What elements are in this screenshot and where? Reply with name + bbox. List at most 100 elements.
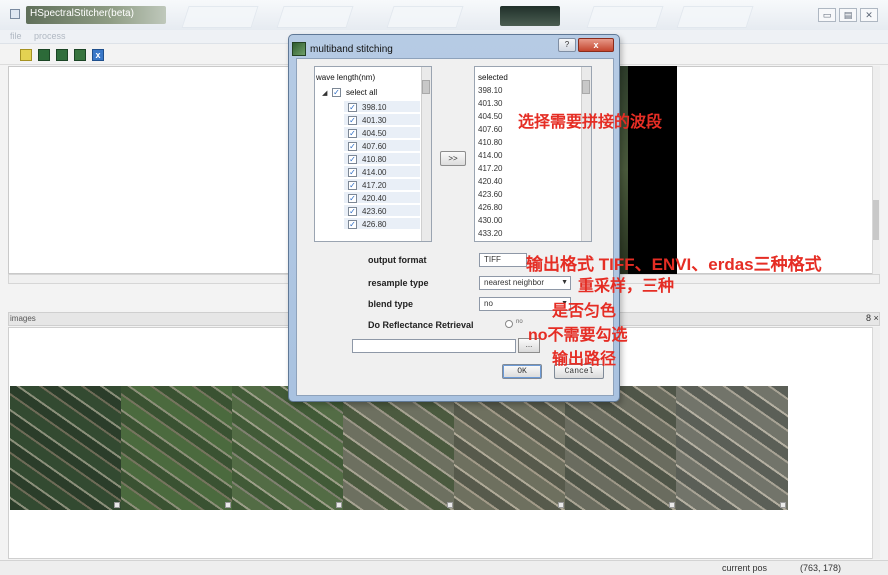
- annotation-output-path: 输出路径: [552, 351, 617, 368]
- image-icon[interactable]: [38, 49, 50, 61]
- ghost-tab: [276, 6, 354, 28]
- wavelength-checkbox[interactable]: ✓: [348, 116, 357, 125]
- blend-type-value: no: [484, 299, 493, 308]
- wavelength-checkbox[interactable]: ✓: [348, 207, 357, 216]
- current-pos-value: (763, 178): [800, 563, 842, 573]
- chevron-down-icon: ▼: [561, 279, 568, 286]
- menu-file[interactable]: file: [10, 31, 22, 41]
- app-icon: [10, 9, 20, 19]
- select-all-label: select all: [346, 88, 378, 97]
- wavelength-value: 410.80: [362, 155, 387, 164]
- annotation-resample: 重采样，三种: [578, 278, 675, 295]
- reflectance-no-radio[interactable]: [505, 320, 513, 328]
- image-tile[interactable]: [232, 386, 344, 510]
- image-tile[interactable]: [10, 386, 122, 510]
- app-window: HSpectralStitcher(beta) ▭ ▤ ✕ file proce…: [0, 0, 888, 575]
- selected-item[interactable]: 407.60: [478, 125, 502, 134]
- resample-type-label: resample type: [368, 278, 429, 288]
- ghost-tab: [386, 6, 464, 28]
- tree-expand-icon[interactable]: ◢: [322, 89, 327, 97]
- wavelength-value: 423.60: [362, 207, 387, 216]
- wavelength-checkbox[interactable]: ✓: [348, 168, 357, 177]
- output-format-select[interactable]: TIFF: [479, 253, 527, 267]
- selected-item[interactable]: 433.20: [478, 229, 502, 238]
- image-icon[interactable]: [74, 49, 86, 61]
- wavelength-value: 401.30: [362, 116, 387, 125]
- image-tile[interactable]: [676, 386, 788, 510]
- add-selected-button[interactable]: >>: [440, 151, 466, 166]
- images-vertical-scrollbar[interactable]: [872, 327, 880, 559]
- ok-button[interactable]: OK: [502, 364, 542, 379]
- current-pos-label: current pos: [722, 563, 768, 573]
- tile-handle: [780, 502, 786, 508]
- wavelength-list-header: wave length(nm): [316, 73, 376, 82]
- dialog-close-button[interactable]: x: [578, 38, 614, 52]
- menu-process[interactable]: process: [34, 31, 66, 41]
- output-path-input[interactable]: [352, 339, 516, 353]
- wavelength-value: 420.40: [362, 194, 387, 203]
- wavelength-checkbox[interactable]: ✓: [348, 129, 357, 138]
- selected-item[interactable]: 414.00: [478, 151, 502, 160]
- ghost-tab: [676, 6, 754, 28]
- ghost-tab: [181, 6, 259, 28]
- output-format-value: TIFF: [484, 255, 501, 264]
- reflectance-label: Do Reflectance Retrieval: [368, 320, 474, 330]
- wavelength-checkbox[interactable]: ✓: [348, 194, 357, 203]
- selected-item[interactable]: 417.20: [478, 164, 502, 173]
- tile-handle: [114, 502, 120, 508]
- wavelength-checkbox[interactable]: ✓: [348, 181, 357, 190]
- wavelength-checkbox[interactable]: ✓: [348, 155, 357, 164]
- annotation-select-bands: 选择需要拼接的波段: [518, 114, 663, 131]
- help-button[interactable]: ?: [558, 38, 576, 52]
- selected-list-scroll-thumb[interactable]: [582, 80, 590, 94]
- panel-pin-close-icon[interactable]: 8 ×: [866, 313, 879, 323]
- minimize-button[interactable]: ▭: [818, 8, 836, 22]
- annotation-reflectance: no不需要勾选: [528, 327, 628, 344]
- wavelength-checkbox[interactable]: ✓: [348, 220, 357, 229]
- image-icon[interactable]: [56, 49, 68, 61]
- close-window-button[interactable]: ✕: [860, 8, 878, 22]
- tile-handle: [669, 502, 675, 508]
- tile-handle: [558, 502, 564, 508]
- selected-list-header: selected: [478, 73, 508, 82]
- annotation-blend: 是否匀色: [552, 303, 617, 320]
- open-folder-icon[interactable]: [20, 49, 32, 61]
- close-x-icon[interactable]: x: [92, 49, 104, 61]
- preview-vertical-scrollbar[interactable]: [872, 66, 880, 276]
- wavelength-value: 398.10: [362, 103, 387, 112]
- app-title: HSpectralStitcher(beta): [30, 8, 134, 19]
- images-panel-title: images: [10, 314, 36, 323]
- ghost-tab: [586, 6, 664, 28]
- resample-type-value: nearest neighbor: [484, 278, 545, 287]
- resample-type-select[interactable]: nearest neighbor ▼: [479, 276, 571, 290]
- window-controls: ▭ ▤ ✕: [818, 8, 878, 22]
- background-tab: [500, 6, 560, 26]
- selected-item[interactable]: 404.50: [478, 112, 502, 121]
- wavelength-checkbox[interactable]: ✓: [348, 142, 357, 151]
- dialog-title: multiband stitching: [310, 44, 393, 55]
- image-tile[interactable]: [343, 386, 455, 510]
- wavelength-checkbox[interactable]: ✓: [348, 103, 357, 112]
- select-all-checkbox[interactable]: ✓: [332, 88, 341, 97]
- reflectance-no-label: no: [516, 319, 523, 325]
- maximize-button[interactable]: ▤: [839, 8, 857, 22]
- selected-item[interactable]: 430.00: [478, 216, 502, 225]
- selected-item[interactable]: 420.40: [478, 177, 502, 186]
- selected-item[interactable]: 423.60: [478, 190, 502, 199]
- tile-handle: [225, 502, 231, 508]
- wavelength-value: 417.20: [362, 181, 387, 190]
- selected-item[interactable]: 401.30: [478, 99, 502, 108]
- image-tile[interactable]: [565, 386, 677, 510]
- image-tile[interactable]: [121, 386, 233, 510]
- selected-item[interactable]: 398.10: [478, 86, 502, 95]
- wavelength-value: 407.60: [362, 142, 387, 151]
- wavelength-list-scroll-thumb[interactable]: [422, 80, 430, 94]
- wavelength-value: 414.00: [362, 168, 387, 177]
- preview-scroll-thumb[interactable]: [873, 200, 879, 240]
- blend-type-label: blend type: [368, 299, 414, 309]
- wavelength-value: 404.50: [362, 129, 387, 138]
- image-tile[interactable]: [454, 386, 566, 510]
- selected-item[interactable]: 410.80: [478, 138, 502, 147]
- selected-item[interactable]: 426.80: [478, 203, 502, 212]
- tile-handle: [336, 502, 342, 508]
